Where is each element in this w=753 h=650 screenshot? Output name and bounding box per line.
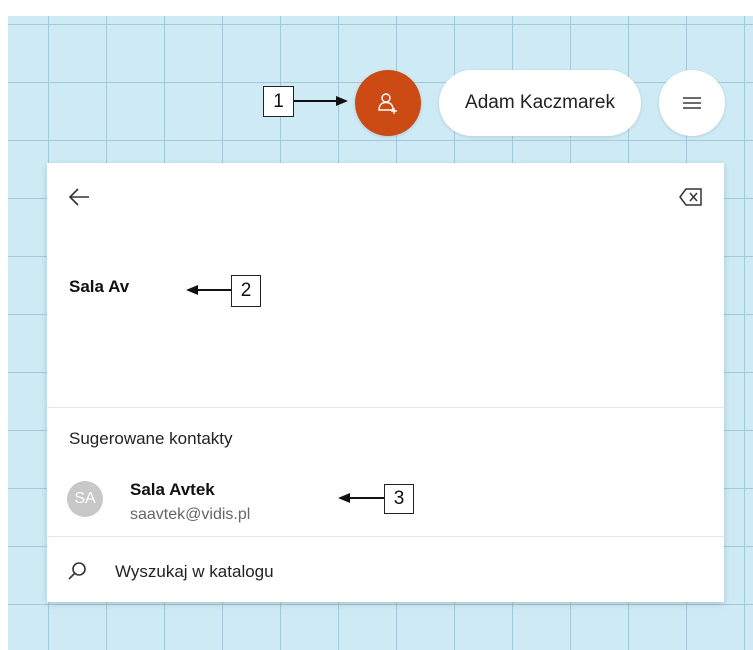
callout-2: 2 bbox=[231, 275, 261, 307]
add-person-button[interactable] bbox=[355, 70, 421, 136]
menu-button[interactable] bbox=[659, 70, 725, 136]
meeting-title: Sala Av bbox=[69, 277, 130, 296]
contact-name: Sala Avtek bbox=[130, 480, 215, 499]
add-person-icon bbox=[378, 93, 397, 114]
callout-1-arrow bbox=[294, 96, 348, 106]
callout-3-number: 3 bbox=[393, 488, 405, 509]
meeting-panel: Sala Av Sugerowane kontakty SA Sala Avte… bbox=[47, 163, 724, 602]
avatar: SA bbox=[67, 481, 103, 517]
hamburger-menu-icon bbox=[683, 97, 701, 109]
callout-2-number: 2 bbox=[240, 280, 252, 301]
user-name-label: Adam Kaczmarek bbox=[465, 92, 615, 113]
search-icon bbox=[68, 562, 86, 580]
backspace-clear-icon[interactable] bbox=[679, 188, 703, 206]
callout-1-number: 1 bbox=[273, 90, 284, 112]
callout-3: 3 bbox=[384, 484, 414, 514]
section-divider bbox=[47, 407, 724, 408]
search-directory-button[interactable]: Wyszukaj w katalogu bbox=[47, 537, 724, 602]
user-name-button[interactable]: Adam Kaczmarek bbox=[439, 70, 641, 136]
callout-3-arrow bbox=[338, 493, 386, 503]
search-directory-label: Wyszukaj w katalogu bbox=[115, 562, 274, 581]
callout-1: 1 bbox=[263, 86, 294, 117]
callout-2-arrow bbox=[186, 285, 232, 295]
back-arrow-icon[interactable] bbox=[67, 187, 91, 207]
contact-email: saavtek@vidis.pl bbox=[130, 506, 251, 523]
suggested-contacts-header: Sugerowane kontakty bbox=[69, 429, 233, 448]
